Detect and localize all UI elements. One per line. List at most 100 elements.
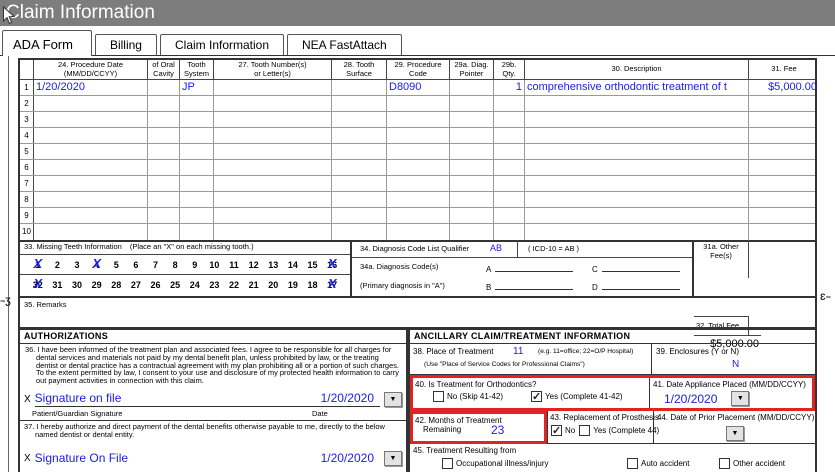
appliance-date-value[interactable]: 1/20/2020 <box>664 392 717 406</box>
cell-qty[interactable] <box>494 144 525 159</box>
diagnosis-qualifier-value[interactable]: AB <box>490 240 502 257</box>
cell-tooth_system[interactable] <box>180 144 214 159</box>
cell-qty[interactable] <box>494 128 525 143</box>
cell-description[interactable] <box>525 192 749 207</box>
table-row[interactable]: 8 <box>20 192 815 208</box>
cell-oral_cavity[interactable] <box>148 96 180 111</box>
cell-num[interactable]: 2 <box>20 96 34 111</box>
cell-fee[interactable] <box>749 112 819 127</box>
tooth-22[interactable]: 22 <box>224 276 244 294</box>
cell-surface[interactable] <box>332 144 387 159</box>
cell-surface[interactable] <box>332 160 387 175</box>
cell-tooth_numbers[interactable] <box>214 128 332 143</box>
cell-code[interactable] <box>387 112 450 127</box>
cell-tooth_numbers[interactable] <box>214 208 332 223</box>
cell-oral_cavity[interactable] <box>148 192 180 207</box>
cell-oral_cavity[interactable] <box>148 112 180 127</box>
cell-num[interactable]: 3 <box>20 112 34 127</box>
patient-signature-value[interactable]: Signature on file <box>35 391 122 406</box>
cell-qty[interactable] <box>494 224 525 240</box>
cell-date[interactable] <box>34 176 148 191</box>
subscriber-date-dropdown-button[interactable]: ▼ <box>384 451 402 466</box>
cell-tooth_numbers[interactable] <box>214 144 332 159</box>
tooth-14[interactable]: 14 <box>283 256 303 274</box>
cell-tooth_numbers[interactable] <box>214 160 332 175</box>
patient-signature-date[interactable]: 1/20/2020 <box>321 391 374 406</box>
cell-oral_cavity[interactable] <box>148 224 180 240</box>
tooth-1[interactable]: 1X <box>28 256 48 274</box>
tooth-29[interactable]: 29 <box>87 276 107 294</box>
cell-fee[interactable] <box>749 128 819 143</box>
other-accident-checkbox[interactable] <box>719 458 730 469</box>
cell-oral_cavity[interactable] <box>148 208 180 223</box>
cell-fee[interactable] <box>749 144 819 159</box>
patient-signature-field[interactable]: Signature on file 1/20/2020 <box>34 391 380 407</box>
cell-description[interactable] <box>525 224 749 240</box>
table-row[interactable]: 9 <box>20 208 815 224</box>
cell-date[interactable] <box>34 160 148 175</box>
cell-code[interactable] <box>387 96 450 111</box>
tooth-12[interactable]: 12 <box>244 256 264 274</box>
tab-claim-information[interactable]: Claim Information <box>159 34 285 55</box>
tooth-7[interactable]: 7 <box>146 256 166 274</box>
cell-pointer[interactable] <box>450 208 494 223</box>
cell-surface[interactable] <box>332 80 387 95</box>
occupational-illness-checkbox[interactable] <box>442 458 453 469</box>
diagnosis-c-line[interactable] <box>601 263 680 272</box>
cell-tooth_numbers[interactable] <box>214 224 332 240</box>
cell-code[interactable] <box>387 208 450 223</box>
diagnosis-slot-d[interactable]: D <box>592 279 680 297</box>
months-remaining-value[interactable]: 23 <box>491 423 504 437</box>
tooth-19[interactable]: 19 <box>283 276 303 294</box>
cell-pointer[interactable] <box>450 96 494 111</box>
cell-num[interactable]: 10 <box>20 224 34 240</box>
cell-surface[interactable] <box>332 224 387 240</box>
cell-description[interactable] <box>525 112 749 127</box>
cell-fee[interactable] <box>749 192 819 207</box>
cell-qty[interactable] <box>494 208 525 223</box>
tooth-3[interactable]: 3 <box>67 256 87 274</box>
table-row[interactable]: 1 1/20/2020 JP D8090 1 comprehensive orthodon… <box>20 80 817 96</box>
cell-oral_cavity[interactable] <box>148 176 180 191</box>
cell-qty[interactable] <box>494 112 525 127</box>
cell-tooth_numbers[interactable] <box>214 192 332 207</box>
tooth-5[interactable]: 5 <box>107 256 127 274</box>
cell-num[interactable]: 4 <box>20 128 34 143</box>
table-row[interactable]: 7 <box>20 176 815 192</box>
cell-date[interactable] <box>34 208 148 223</box>
cell-surface[interactable] <box>332 208 387 223</box>
cell-tooth_numbers[interactable] <box>214 96 332 111</box>
tooth-15[interactable]: 15 <box>303 256 323 274</box>
cell-oral_cavity[interactable] <box>148 80 180 95</box>
tab-nea-fastattach[interactable]: NEA FastAttach <box>287 34 402 55</box>
cell-num[interactable]: 5 <box>20 144 34 159</box>
prosthesis-yes-checkbox[interactable] <box>579 425 591 436</box>
tooth-24[interactable]: 24 <box>185 276 205 294</box>
prior-placement-dropdown-button[interactable]: ▼ <box>726 426 744 441</box>
tooth-10[interactable]: 10 <box>205 256 225 274</box>
cell-tooth_system[interactable] <box>180 96 214 111</box>
diagnosis-b-line[interactable] <box>495 281 574 290</box>
table-row[interactable]: 6 <box>20 160 815 176</box>
cell-fee[interactable] <box>749 176 819 191</box>
tooth-23[interactable]: 23 <box>205 276 225 294</box>
cell-tooth_system[interactable] <box>180 112 214 127</box>
cell-pointer[interactable] <box>450 112 494 127</box>
tooth-9[interactable]: 9 <box>185 256 205 274</box>
cell-date[interactable]: 1/20/2020 <box>34 80 148 95</box>
cell-tooth_numbers[interactable] <box>214 80 332 95</box>
cell-fee[interactable]: $5,000.00 <box>749 80 819 95</box>
cell-description[interactable] <box>525 128 749 143</box>
cell-qty[interactable] <box>494 192 525 207</box>
cell-description[interactable] <box>525 144 749 159</box>
subscriber-signature-field[interactable]: Signature On File 1/20/2020 <box>35 451 380 466</box>
cell-description[interactable] <box>525 208 749 223</box>
cell-pointer[interactable] <box>450 80 494 95</box>
cell-oral_cavity[interactable] <box>148 160 180 175</box>
cell-tooth_system[interactable] <box>180 224 214 240</box>
cell-code[interactable] <box>387 176 450 191</box>
tooth-13[interactable]: 13 <box>264 256 284 274</box>
table-row[interactable]: 4 <box>20 128 815 144</box>
cell-fee[interactable] <box>749 208 819 223</box>
cell-surface[interactable] <box>332 176 387 191</box>
